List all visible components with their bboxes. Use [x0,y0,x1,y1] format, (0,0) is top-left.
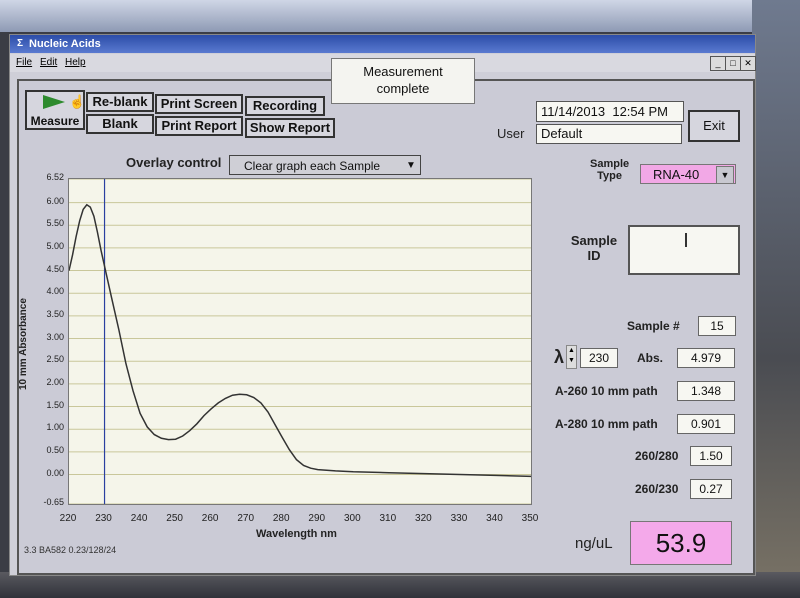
x-tick-label: 230 [95,513,112,524]
x-tick-label: 250 [166,513,183,524]
y-tick-label: 3.00 [46,331,64,342]
a280-label: A-280 10 mm path [555,417,658,431]
app-icon: Ʃ [16,38,23,49]
abs-label: Abs. [637,351,664,365]
y-tick-label: 5.50 [46,218,64,229]
x-tick-label: 240 [130,513,148,524]
a280-value: 0.901 [677,414,735,434]
concentration-value: 53.9 [630,521,732,565]
y-axis-label: 10 mm Absorbance [18,298,29,390]
reblank-button[interactable]: Re-blank [86,92,154,112]
ratio-260-280-label: 260/280 [635,449,679,463]
sample-num-value: 15 [698,316,736,336]
ratio-260-280-value: 1.50 [690,446,732,466]
ratio-260-230-label: 260/230 [635,482,679,496]
sample-type-label: Sample Type [590,158,630,182]
show-report-button[interactable]: Show Report [245,118,335,138]
menu-help[interactable]: Help [65,54,86,72]
absorbance-chart-svg [68,178,532,505]
y-tick-label: 0.00 [46,467,64,478]
x-tick-label: 310 [379,513,397,524]
x-tick-label: 300 [343,513,361,524]
datetime-field: 11/14/2013 12:54 PM [536,101,684,122]
y-tick-label: -0.65 [43,497,64,507]
x-tick-label: 220 [59,513,77,524]
status-line-1: Measurement [363,64,443,79]
print-report-button[interactable]: Print Report [155,116,243,136]
y-tick-label: 2.00 [46,376,64,387]
menu-file[interactable]: File [16,54,32,72]
a260-label: A-260 10 mm path [555,384,658,398]
blank-button[interactable]: Blank [86,114,154,134]
overlay-label: Overlay control [126,155,222,170]
x-tick-label: 320 [415,513,432,524]
background-right [752,0,800,598]
sample-id-label: Sample ID [570,233,618,263]
y-tick-label: 4.50 [46,263,64,274]
status-box: Measurement complete [331,58,475,104]
y-tick-label: 6.00 [46,195,64,206]
y-tick-label: 1.00 [46,422,64,433]
chevron-down-icon: ▼ [716,166,734,184]
lambda-symbol: λ [554,347,565,367]
lambda-input[interactable]: 230 [580,348,618,368]
recording-button[interactable]: Recording [245,96,325,116]
measure-button[interactable]: ☝ Measure [25,90,85,130]
title-bar: Ʃ Nucleic Acids [10,35,755,53]
print-screen-button[interactable]: Print Screen [155,94,243,114]
window-title: Nucleic Acids [29,38,101,50]
y-tick-label: 3.50 [46,308,64,319]
lambda-spinner-icon[interactable]: ▲ ▼ [566,345,577,369]
close-icon[interactable]: ✕ [740,56,756,71]
sample-num-label: Sample # [627,319,680,333]
a260-value: 1.348 [677,381,735,401]
background-top [0,0,800,32]
y-tick-label: 6.52 [46,172,64,182]
x-tick-label: 260 [201,513,219,524]
y-tick-label: 1.50 [46,399,64,410]
y-tick-label: 5.00 [46,240,64,251]
sample-id-input[interactable] [628,225,740,275]
x-tick-label: 350 [521,513,539,524]
text-caret [685,233,687,247]
menu-edit[interactable]: Edit [40,54,57,72]
y-tick-label: 0.50 [46,444,64,455]
maximize-icon[interactable]: □ [725,56,741,71]
play-icon [43,95,65,109]
abs-value: 4.979 [677,348,735,368]
overlay-select[interactable]: Clear graph each Sample ▼ [229,155,421,175]
absorbance-plot [68,178,532,505]
y-tick-label: 4.00 [46,286,64,297]
y-tick-label: 2.50 [46,354,64,365]
x-tick-label: 280 [272,513,290,524]
x-tick-label: 270 [237,513,255,524]
concentration-label: ng/uL [575,535,613,552]
sample-type-select[interactable]: RNA-40 ▼ [640,164,736,184]
x-tick-label: 340 [486,513,503,524]
exit-button[interactable]: Exit [688,110,740,142]
dropdown-arrow-icon: ▼ [406,160,416,171]
ratio-260-230-value: 0.27 [690,479,732,499]
x-tick-label: 330 [450,513,468,524]
x-tick-label: 290 [308,513,326,524]
user-label: User [497,126,525,141]
x-axis-label: Wavelength nm [256,528,337,540]
minimize-icon[interactable]: _ [710,56,726,71]
absorbance-series-line [68,203,532,478]
version-label: 3.3 BA582 0.23/128/24 [24,545,117,555]
pointer-hand-icon: ☝ [69,94,86,109]
user-field[interactable]: Default [536,124,682,144]
status-line-2: complete [376,81,430,96]
